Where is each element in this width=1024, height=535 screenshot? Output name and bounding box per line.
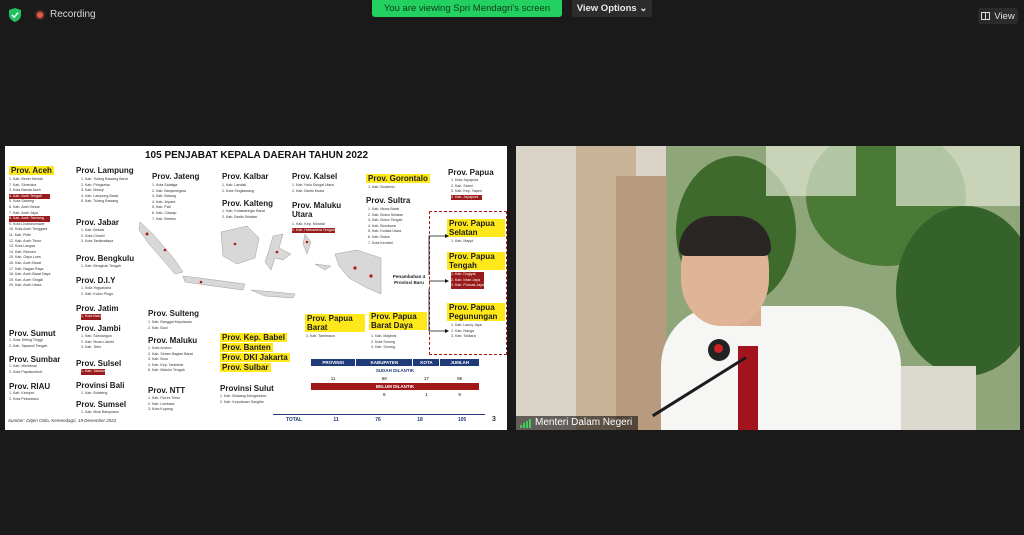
prov-papua-barat-daya-list: 1. Kab. Maybrat 2. Kota Sorong 3. Kab. Sor… [371,334,397,350]
prov-sumut-list: 1. Kota Tebing Tinggi 2. Kab. Tapanuli Te… [9,338,48,348]
table-row: 11 68 17 96 [309,374,480,383]
table-row: SUDAH DILANTIK [310,366,480,375]
prov-aceh-list: 1. Kab. Bener Meriah 7. Kab. Simeulue 3. K… [9,177,51,288]
recording-label: Recording [50,9,96,20]
prov-ntt-title: Prov. NTT [148,386,186,395]
prov-jabar-list: 1. Kab. Bekasi 2. Kota Cimahi 3. Kota Tasi… [81,228,114,244]
prov-sulteng-list: 1. Kab. Banggai Kepulauan 2. Kab. Buol [148,320,192,330]
prov-papua-barat-daya-title: Prov. Papua Barat Daya [369,312,427,330]
prov-sulsel-list: 1. Kab. Takalar [81,369,105,375]
prov-kalteng-title: Prov. Kalteng [222,199,273,208]
chevron-down-icon: ⌄ [639,3,648,14]
chair [896,366,976,430]
prov-riau-title: Prov. RIAU [9,382,51,391]
prov-jatim-title: Prov. Jatim [76,304,119,313]
prov-sultra-list: 1. Kab. Muna Barat 2. Kab. Buton Selatan 3… [368,207,403,245]
prov-sulut-list: 1. Kab. Bolaang Mongondow 2. Kab. Kepulau… [220,394,267,404]
prov-papua-pegunungan-title: Prov. Papua Pegunungan [447,303,505,321]
view-options-label: View Options [576,3,637,14]
table-row: BELUM DILANTIK [310,382,480,391]
prov-kalbar-title: Prov. Kalbar [222,172,269,181]
prov-jatim-list: 1. Kota Batu [81,314,101,320]
top-bar: Recording You are viewing Spri Mendagri'… [0,0,1024,30]
prov-jateng-title: Prov. Jateng [152,172,200,181]
prov-sulsel-title: Prov. Sulsel [76,359,122,368]
prov-papua-pegunungan-list: 1. Kab. Lanny Jaya 2. Kab. Nduga 3. Kab. T… [451,323,482,339]
prov-sumsel-title: Prov. Sumsel [76,400,127,409]
table-row: 8 1 9 [309,390,480,399]
shared-screen-slide: 105 PENJABAT KEPALA DAERAH TAHUN 2022 Pr… [5,146,507,430]
signal-strength-icon [520,418,531,428]
prov-sulut-title: Provinsi Sulut [220,384,274,393]
page-number: 3 [492,416,496,423]
prov-bengkulu-list: 1. Kab. Bengkulu Tengah [81,264,122,268]
prov-dki-title: Prov. DKI Jakarta [220,353,290,362]
participant-name: Menteri Dalam Negeri [535,417,633,428]
prov-sulteng-title: Prov. Sulteng [148,309,199,318]
door [616,176,666,430]
summary-table: PROVINSI KABUPATEN KOTA JUMLAH SUDAH DIL… [309,358,480,399]
prov-maluku-title: Prov. Maluku [148,336,198,345]
indonesia-map [138,221,382,299]
prov-papua-barat-list: 1. Kab. Tambrauw [306,334,335,338]
prov-papua-tengah-list: 1. Kab. Dogiyai 2. Kab. Intan Jaya 3. Kab.… [451,272,484,289]
layout-icon [981,12,991,20]
participant-name-tag: Menteri Dalam Negeri [516,416,639,430]
participant-video-tile[interactable]: Menteri Dalam Negeri [516,146,1020,430]
prov-papua-selatan-title: Prov. Papua Selatan [447,219,505,237]
prov-papua-tengah-title: Prov. Papua Tengah [447,252,505,270]
prov-bali-list: 1. Kab. Buleleng [81,391,108,395]
prov-gorontalo-list: 1. Kab. Boalemo [368,185,395,189]
prov-jambi-list: 1. Kab. Sarolangun 2. Kab. Muaro Jambi 3. … [81,334,115,350]
prov-sumbar-title: Prov. Sumbar [9,355,61,364]
prov-maluku-list: 1. Kota Ambon 2. Kab. Seram Bagian Barat 3… [148,346,193,373]
source-note: Sumber: Ditjen Otda, Kemendagri, 19 Dese… [8,418,117,423]
recording-indicator[interactable]: Recording [35,9,96,20]
prov-lampung-list: 1. Kab. Tulang Bawang Barat 2. Kab. Pring… [81,177,128,204]
meeting-window: Recording You are viewing Spri Mendagri'… [0,0,1024,535]
prov-kalbar-list: 1. Kab. Landak 2. Kota Singkawang [222,183,254,193]
view-label: View [994,10,1015,22]
prov-papua-list: 1. Kota Jayapura 2. Kab. Sarmi 3. Kab. Kep… [451,178,482,201]
prov-gorontalo-title: Prov. Gorontalo [366,174,430,183]
view-button[interactable]: View [978,8,1018,24]
prov-bali-title: Provinsi Bali [76,381,125,390]
prov-diy-list: 1. Kota Yogyakarta 2. Kab. Kulon Progo [81,286,114,296]
person-hair [679,216,771,256]
view-options-button[interactable]: View Options ⌄ [572,0,652,17]
prov-papua-barat-title: Prov. Papua Barat [305,314,365,332]
prov-bengkulu-title: Prov. Bengkulu [76,254,135,263]
screen-share-banner: You are viewing Spri Mendagri's screen [372,0,562,17]
prov-kalsel-list: 1. Kab. Hulu Sungai Utara 2. Kab. Barito … [292,183,334,193]
security-shield-icon[interactable] [9,8,21,22]
prov-ntt-list: 1. Kab. Flores Timur 2. Kab. Lembata 3. Ko… [148,396,181,412]
prov-jambi-title: Prov. Jambi [76,324,121,333]
record-dot-icon [35,9,45,20]
person-shirt [661,306,901,430]
prov-papua-title: Prov. Papua [448,168,494,177]
slide-title: 105 PENJABAT KEPALA DAERAH TAHUN 2022 [145,150,369,161]
prov-lampung-title: Prov. Lampung [76,166,134,175]
prov-babel-title: Prov. Kep. Babel [220,333,287,342]
table-header-row: PROVINSI KABUPATEN KOTA JUMLAH [309,358,480,367]
prov-diy-title: Prov. D.I.Y [76,276,116,285]
prov-kalsel-title: Prov. Kalsel [292,172,338,181]
total-row: TOTAL 11 76 18 105 [273,414,485,424]
prov-sumut-title: Prov. Sumut [9,329,56,338]
prov-aceh-title: Prov. Aceh [9,166,54,175]
prov-sumbar-list: 1. Kab. Mentawai 2. Kota Payakumbuh [9,364,43,374]
prov-sultra-title: Prov. Sultra [366,196,411,205]
prov-sumsel-list: 1. Kab. Musi Banyuasin [81,410,119,414]
prov-banten-title: Prov. Banten [220,343,273,352]
prov-riau-list: 1. Kab. Kampar 2. Kota Pekanbaru [9,391,39,401]
prov-jabar-title: Prov. Jabar [76,218,119,227]
prov-sulbar-title: Prov. Sulbar [220,363,271,372]
